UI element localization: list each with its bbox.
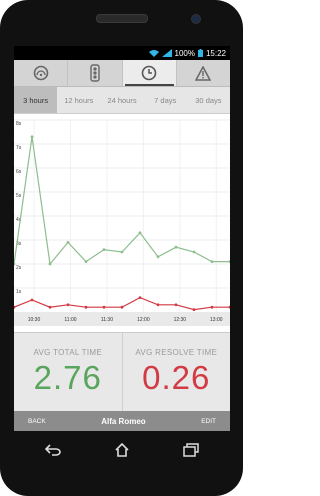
battery-icon xyxy=(197,49,203,57)
series-point-1 xyxy=(120,305,124,309)
series-point-0 xyxy=(102,248,106,252)
chart-svg: 8s7s6s5s4s3s2s1s10:30 11:00 11:30 12:00 12:3… xyxy=(14,119,230,326)
series-point-1 xyxy=(48,305,52,309)
series-point-0 xyxy=(174,245,178,249)
series-point-1 xyxy=(156,303,160,307)
battery-text: 100% xyxy=(174,48,195,58)
x-tick-label: 10:30 xyxy=(28,317,41,323)
series-point-1 xyxy=(228,305,230,309)
avg-total-time: AVG TOTAL TIME 2.76 xyxy=(14,333,122,411)
speaker-grille xyxy=(96,14,148,23)
series-point-0 xyxy=(156,255,160,259)
tab-24-hours[interactable]: 24 hours xyxy=(100,87,143,113)
series-point-1 xyxy=(138,296,142,299)
series-point-1 xyxy=(84,305,88,309)
x-tick-label: 11:00 xyxy=(64,317,76,323)
clock-text: 15:22 xyxy=(205,48,226,58)
warning-icon xyxy=(195,65,212,81)
tab-12-hours[interactable]: 12 hours xyxy=(57,87,100,113)
series-point-0 xyxy=(30,135,34,139)
x-tick-label: 11:30 xyxy=(101,317,113,323)
nav-recent-apps[interactable] xyxy=(181,443,201,457)
y-tick-label: 5s xyxy=(16,193,22,199)
series-point-1 xyxy=(66,303,70,307)
series-point-1 xyxy=(192,308,196,311)
series-point-0 xyxy=(228,260,230,263)
edit-button[interactable]: EDIT xyxy=(201,418,216,425)
tool-gauge[interactable] xyxy=(14,60,67,86)
series-point-1 xyxy=(30,298,34,302)
nav-home[interactable] xyxy=(112,443,132,457)
avg-resolve-time-value: 0.26 xyxy=(142,358,211,396)
stats-panel: AVG TOTAL TIME 2.76 AVG RESOLVE TIME 0.2… xyxy=(14,332,230,411)
status-bar: 100% 15:22 xyxy=(14,46,230,60)
tab-7-days[interactable]: 7 days xyxy=(144,87,187,113)
y-tick-label: 8s xyxy=(16,121,22,127)
series-point-0 xyxy=(66,241,70,244)
x-tick-label: 13:00 xyxy=(210,317,223,323)
tool-warning[interactable] xyxy=(175,60,230,86)
y-tick-label: 2s xyxy=(16,265,22,271)
series-point-0 xyxy=(192,250,196,254)
recent-apps-icon xyxy=(182,443,199,457)
back-icon xyxy=(44,444,61,456)
screen: 100% 15:22 3 hours 12 hours 24 hours 7 d… xyxy=(14,46,230,431)
series-point-1 xyxy=(210,305,214,309)
tool-traffic-light[interactable] xyxy=(67,60,121,86)
series-point-0 xyxy=(48,262,52,266)
y-tick-label: 7s xyxy=(16,145,22,151)
gauge-icon xyxy=(33,65,48,81)
series-point-1 xyxy=(102,305,106,309)
x-tick-label: 12:30 xyxy=(174,317,187,323)
line-chart: 8s 7s 6s 5s 4s 3s 2s 1s 10:30 11:00 11:30 12:00 12:3… xyxy=(14,114,230,332)
avg-resolve-time-label: AVG RESOLVE TIME xyxy=(135,347,218,357)
bottom-bar: BACK Alfa Romeo EDIT xyxy=(14,411,230,431)
top-toolbar xyxy=(14,60,230,87)
series-point-0 xyxy=(138,231,142,235)
back-button[interactable]: BACK xyxy=(28,418,46,425)
wifi-icon xyxy=(148,50,159,57)
tab-30-days[interactable]: 30 days xyxy=(187,87,230,113)
traffic-light-icon xyxy=(90,64,100,82)
series-point-0 xyxy=(210,260,214,263)
phone-frame: 100% 15:22 3 hours 12 hours 24 hours 7 d… xyxy=(0,0,243,496)
time-range-tabs: 3 hours 12 hours 24 hours 7 days 30 days xyxy=(14,87,230,114)
avg-total-time-value: 2.76 xyxy=(33,358,102,396)
y-tick-label: 1s xyxy=(16,289,22,295)
tab-3-hours[interactable]: 3 hours xyxy=(14,87,58,113)
series-point-0 xyxy=(120,250,124,254)
series-line-0 xyxy=(14,136,230,266)
avg-total-time-label: AVG TOTAL TIME xyxy=(33,347,102,357)
home-icon xyxy=(114,443,129,457)
clock-icon xyxy=(141,65,157,81)
screen-title: Alfa Romeo xyxy=(101,416,146,426)
x-tick-label: 12:00 xyxy=(137,317,150,323)
y-tick-label: 6s xyxy=(16,169,22,175)
system-nav-bar xyxy=(0,431,243,469)
nav-back[interactable] xyxy=(43,443,63,457)
series-point-0 xyxy=(84,260,88,263)
series-point-1 xyxy=(174,303,178,307)
tool-clock[interactable] xyxy=(121,60,176,86)
signal-icon xyxy=(161,49,172,57)
x-axis-strip xyxy=(14,312,230,326)
front-camera xyxy=(191,14,201,24)
avg-resolve-time: AVG RESOLVE TIME 0.26 xyxy=(121,333,231,411)
